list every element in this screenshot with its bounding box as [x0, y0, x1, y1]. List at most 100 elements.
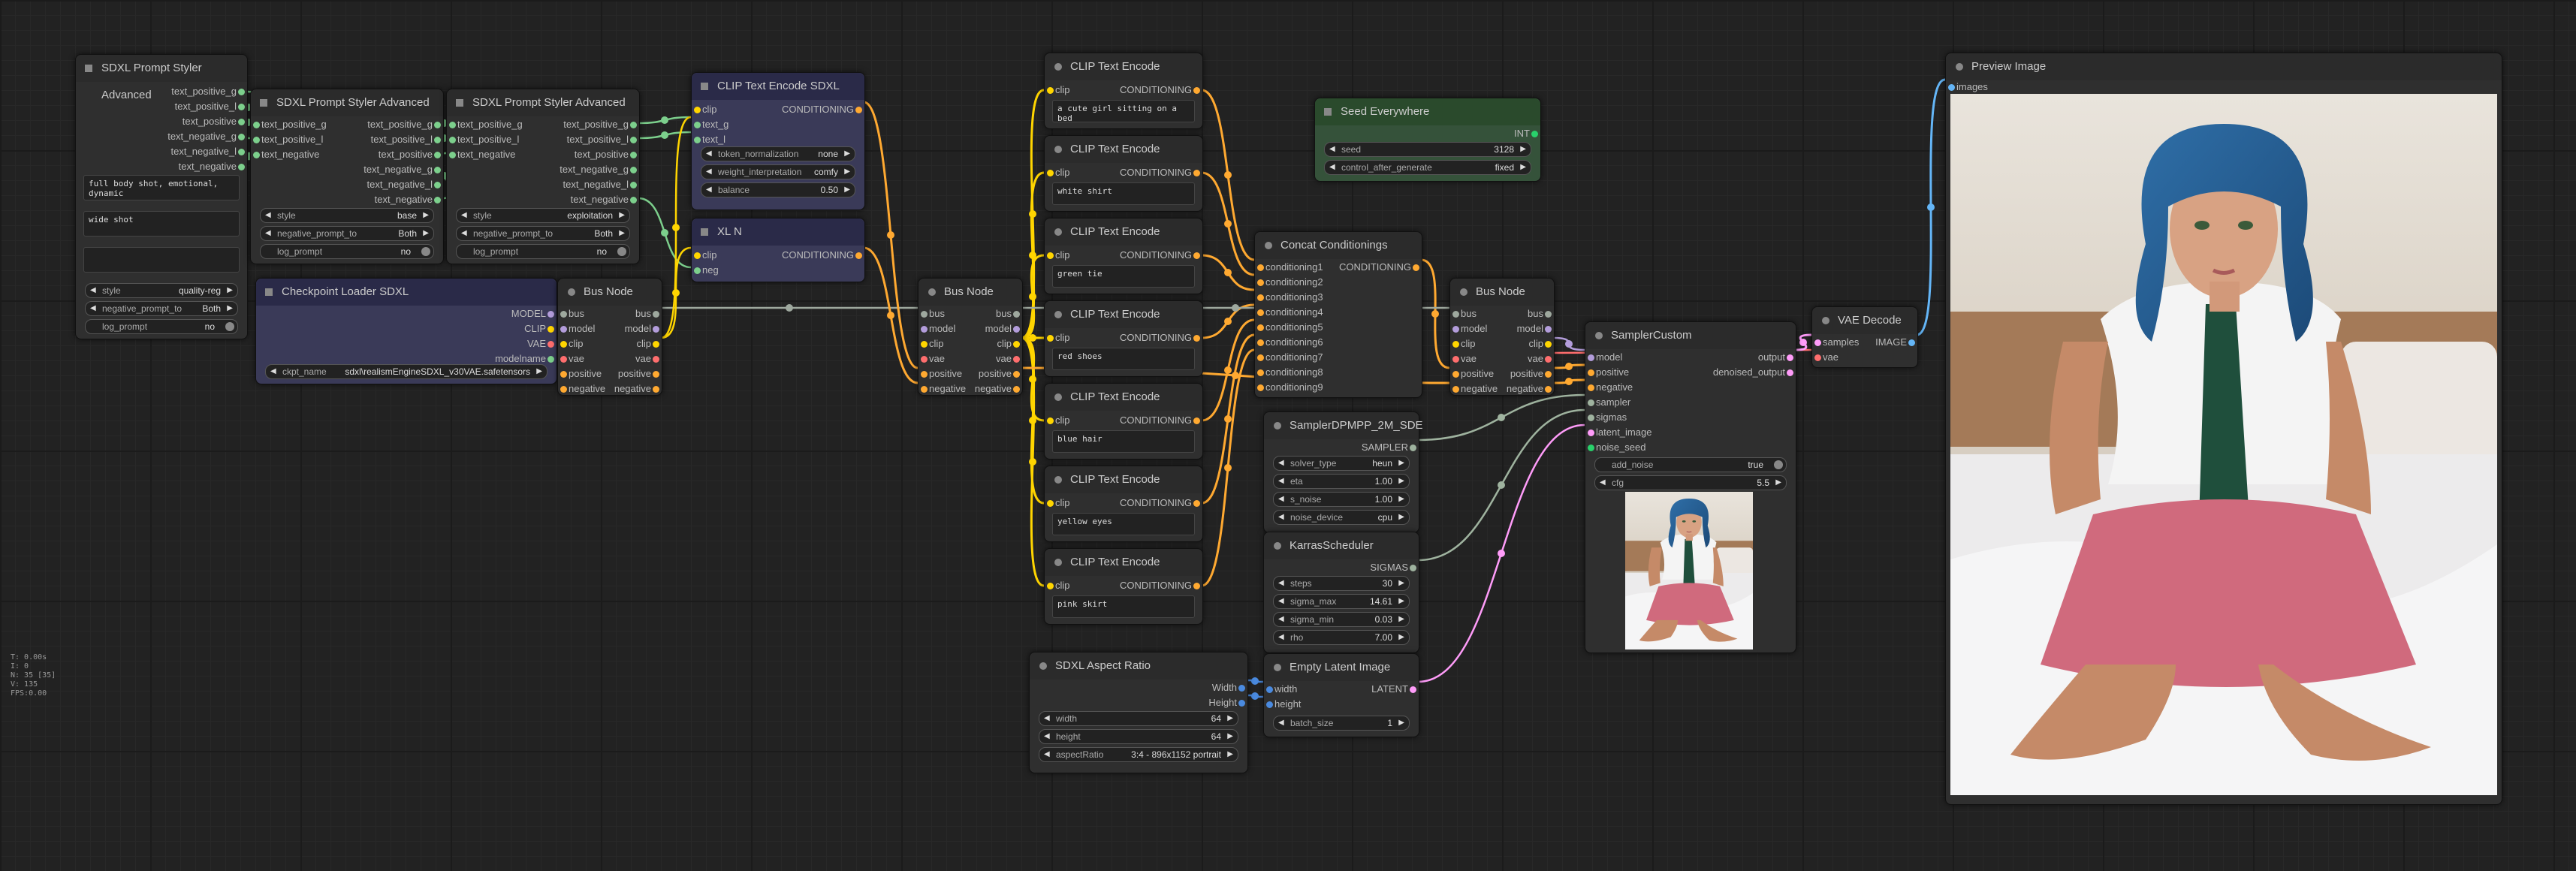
concat-conditionings-header[interactable]: Concat Conditionings	[1255, 232, 1422, 259]
bus-node-1-node[interactable]: Bus Node bus bus model model clip clip vae vae po…	[557, 278, 662, 396]
decrement-arrow-icon[interactable]: ◀	[1044, 748, 1050, 761]
input-socket-icon[interactable]	[1452, 311, 1459, 318]
collapse-dot-icon[interactable]	[1274, 664, 1281, 671]
increment-arrow-icon[interactable]: ▶	[844, 147, 850, 161]
toggle-knob-icon[interactable]	[421, 247, 430, 256]
input-socket-icon[interactable]	[1257, 339, 1264, 346]
output-socket-icon[interactable]	[1545, 341, 1552, 348]
input-socket-icon[interactable]	[560, 371, 567, 378]
styler-out-4-output[interactable]: text_negative_l	[171, 145, 245, 158]
styler2-out-2-output[interactable]: text_positive	[379, 148, 441, 161]
styler-out-1-output[interactable]: text_positive_l	[175, 100, 245, 113]
concat-in-3-input[interactable]: conditioning4	[1257, 306, 1323, 319]
bus-node-2-out-0-output[interactable]: bus	[996, 307, 1020, 321]
output-socket-icon[interactable]	[1908, 339, 1915, 346]
input-socket-icon[interactable]	[1047, 252, 1054, 259]
styler3-out-3-output[interactable]: text_negative_g	[560, 163, 637, 176]
increment-arrow-icon[interactable]: ▶	[1520, 161, 1526, 174]
bus-node-3-header[interactable]: Bus Node	[1450, 279, 1554, 306]
input-socket-icon[interactable]	[1047, 87, 1054, 94]
decrement-arrow-icon[interactable]: ◀	[1278, 577, 1284, 590]
decrement-arrow-icon[interactable]: ◀	[706, 183, 712, 197]
input-socket-icon[interactable]	[449, 122, 456, 128]
output-socket-icon[interactable]	[238, 149, 245, 155]
collapse-dot-icon[interactable]	[701, 83, 708, 90]
output-socket-icon[interactable]	[1238, 700, 1245, 707]
output-socket-icon[interactable]	[434, 182, 441, 188]
clipsdxl-w2-widget[interactable]: ◀ balance 0.50 ▶	[701, 182, 855, 197]
input-socket-icon[interactable]	[1047, 335, 1054, 342]
clip-text-encode-3-node[interactable]: CLIP Text Encode clip CONDITIONING green ti…	[1044, 218, 1203, 294]
sc-in-2-input[interactable]: negative	[1588, 381, 1633, 394]
input-socket-icon[interactable]	[921, 341, 928, 348]
bus-node-1-in-1-input[interactable]: model	[560, 322, 595, 336]
clip-text-encode-5-header[interactable]: CLIP Text Encode	[1045, 384, 1202, 411]
styler1-w2-widget[interactable]: log_prompt no	[85, 319, 238, 334]
input-socket-icon[interactable]	[560, 326, 567, 333]
sc-cfg-widget[interactable]: ◀ cfg 5.5 ▶	[1594, 475, 1787, 490]
output-socket-icon[interactable]	[238, 104, 245, 110]
output-socket-icon[interactable]	[238, 164, 245, 170]
decrement-arrow-icon[interactable]: ◀	[1278, 595, 1284, 608]
styler2-in-0-input[interactable]: text_positive_g	[253, 118, 327, 131]
output-socket-icon[interactable]	[1531, 131, 1538, 137]
latent-out-output[interactable]: LATENT	[1371, 683, 1416, 696]
output-socket-icon[interactable]	[434, 152, 441, 158]
output-socket-icon[interactable]	[1787, 369, 1793, 376]
clip-text-encode-6-node[interactable]: CLIP Text Encode clip CONDITIONING yellow e…	[1044, 466, 1203, 542]
collapse-dot-icon[interactable]	[1274, 422, 1281, 429]
clip0-out-output[interactable]: CONDITIONING	[1120, 83, 1200, 97]
input-socket-icon[interactable]	[1047, 583, 1054, 589]
output-socket-icon[interactable]	[1545, 371, 1552, 378]
samplerdpm-w3-widget[interactable]: ◀ noise_device cpu ▶	[1273, 510, 1410, 525]
decrement-arrow-icon[interactable]: ◀	[1278, 493, 1284, 506]
input-socket-icon[interactable]	[1814, 339, 1821, 346]
input-socket-icon[interactable]	[253, 122, 260, 128]
bus-node-1-header[interactable]: Bus Node	[558, 279, 662, 306]
output-socket-icon[interactable]	[1193, 500, 1200, 507]
bus-node-2-in-1-input[interactable]: model	[921, 322, 955, 336]
karras-w2-widget[interactable]: ◀ sigma_min 0.03 ▶	[1273, 612, 1410, 627]
styler2-out-4-output[interactable]: text_negative_l	[367, 178, 441, 191]
sc-out-0-output[interactable]: output	[1758, 351, 1793, 364]
input-socket-icon[interactable]	[1257, 279, 1264, 286]
collapse-dot-icon[interactable]	[85, 65, 92, 72]
decrement-arrow-icon[interactable]: ◀	[1329, 143, 1335, 156]
vae-in-0-input[interactable]: samples	[1814, 336, 1859, 349]
bus-node-3-in-3-input[interactable]: vae	[1452, 352, 1477, 366]
styler2-in-2-input[interactable]: text_negative	[253, 148, 319, 161]
xln-in-1-input[interactable]: neg	[694, 264, 719, 277]
output-socket-icon[interactable]	[434, 137, 441, 143]
clip-text-encode-2-node[interactable]: CLIP Text Encode clip CONDITIONING white sh…	[1044, 135, 1203, 212]
collapse-dot-icon[interactable]	[260, 99, 267, 107]
samplerdpm-w2-widget[interactable]: ◀ s_noise 1.00 ▶	[1273, 492, 1410, 507]
concat-in-6-input[interactable]: conditioning7	[1257, 351, 1323, 364]
bus-node-1-in-4-input[interactable]: positive	[560, 367, 602, 381]
collapse-dot-icon[interactable]	[1274, 542, 1281, 550]
input-socket-icon[interactable]	[1588, 369, 1594, 376]
input-socket-icon[interactable]	[1452, 356, 1459, 363]
bus-node-3-in-0-input[interactable]: bus	[1452, 307, 1477, 321]
decrement-arrow-icon[interactable]: ◀	[1600, 476, 1606, 490]
sc-out-1-output[interactable]: denoised_output	[1713, 366, 1793, 379]
karras-w0-widget[interactable]: ◀ steps 30 ▶	[1273, 576, 1410, 591]
checkpoint-loader-header[interactable]: Checkpoint Loader SDXL	[256, 279, 557, 306]
input-socket-icon[interactable]	[1257, 324, 1264, 331]
styler2-w2-widget[interactable]: log_prompt no	[260, 244, 434, 259]
collapse-dot-icon[interactable]	[1595, 332, 1603, 339]
collapse-dot-icon[interactable]	[1054, 311, 1062, 318]
output-socket-icon[interactable]	[1545, 311, 1552, 318]
bus-node-2-node[interactable]: Bus Node bus bus model model clip clip vae vae po…	[918, 278, 1023, 396]
clip1-in-input[interactable]: clip	[1047, 166, 1070, 179]
increment-arrow-icon[interactable]: ▶	[1398, 511, 1404, 524]
sc-add-noise-widget[interactable]: add_noise true	[1594, 457, 1787, 472]
output-socket-icon[interactable]	[630, 122, 637, 128]
bus-node-2-in-3-input[interactable]: vae	[921, 352, 945, 366]
decrement-arrow-icon[interactable]: ◀	[1278, 511, 1284, 524]
collapse-dot-icon[interactable]	[1054, 63, 1062, 71]
aspect-w0-widget[interactable]: ◀ width 64 ▶	[1039, 711, 1238, 726]
clip3-out-output[interactable]: CONDITIONING	[1120, 331, 1200, 345]
bus-node-2-in-4-input[interactable]: positive	[921, 367, 962, 381]
bus-node-2-out-2-output[interactable]: clip	[997, 337, 1020, 351]
output-socket-icon[interactable]	[630, 182, 637, 188]
